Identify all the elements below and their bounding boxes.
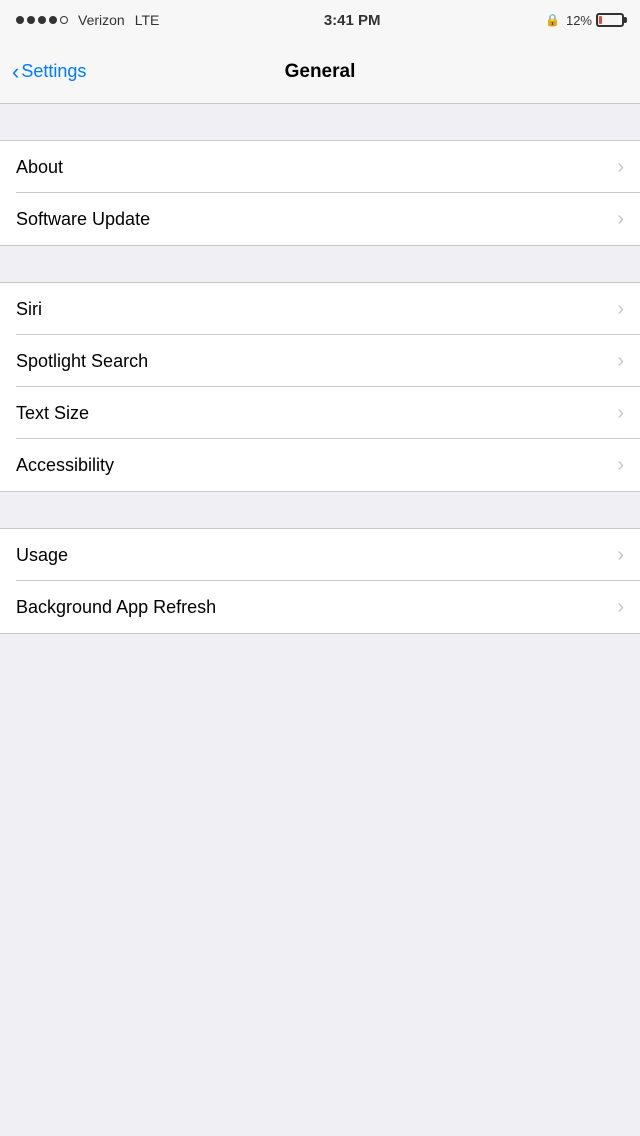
settings-item-usage[interactable]: Usage › <box>0 529 640 581</box>
status-bar-time: 3:41 PM <box>324 12 381 29</box>
status-bar-right: 🔒 12% <box>545 13 624 28</box>
nav-bar: ‹ Settings General <box>0 40 640 104</box>
about-chevron-icon: › <box>617 156 624 179</box>
signal-dot-1 <box>16 16 24 24</box>
page-title: General <box>285 61 356 83</box>
background-app-refresh-chevron-icon: › <box>617 596 624 619</box>
settings-item-about[interactable]: About › <box>0 141 640 193</box>
background-app-refresh-label: Background App Refresh <box>16 597 216 618</box>
back-chevron-icon: ‹ <box>12 61 19 83</box>
status-bar: Verizon LTE 3:41 PM 🔒 12% <box>0 0 640 40</box>
spotlight-search-chevron-icon: › <box>617 350 624 373</box>
siri-label: Siri <box>16 299 42 320</box>
signal-dot-5 <box>60 16 68 24</box>
signal-dot-3 <box>38 16 46 24</box>
battery-icon <box>596 13 624 27</box>
siri-chevron-icon: › <box>617 298 624 321</box>
settings-group-2: Siri › Spotlight Search › Text Size › Ac… <box>0 282 640 492</box>
settings-group-1: About › Software Update › <box>0 140 640 246</box>
section-gap-top <box>0 104 640 140</box>
network-type: LTE <box>135 12 160 28</box>
settings-item-spotlight-search[interactable]: Spotlight Search › <box>0 335 640 387</box>
signal-dot-4 <box>49 16 57 24</box>
battery-percent: 12% <box>566 13 592 28</box>
text-size-chevron-icon: › <box>617 402 624 425</box>
settings-item-text-size[interactable]: Text Size › <box>0 387 640 439</box>
spotlight-search-label: Spotlight Search <box>16 351 148 372</box>
usage-label: Usage <box>16 545 68 566</box>
status-bar-left: Verizon LTE <box>16 12 159 28</box>
software-update-chevron-icon: › <box>617 208 624 231</box>
accessibility-label: Accessibility <box>16 455 114 476</box>
about-label: About <box>16 157 63 178</box>
back-button[interactable]: ‹ Settings <box>12 61 86 83</box>
settings-item-software-update[interactable]: Software Update › <box>0 193 640 245</box>
settings-item-siri[interactable]: Siri › <box>0 283 640 335</box>
section-gap-2 <box>0 246 640 282</box>
back-button-label: Settings <box>21 61 86 82</box>
signal-dots <box>16 16 68 24</box>
signal-dot-2 <box>27 16 35 24</box>
section-gap-bottom <box>0 634 640 670</box>
section-gap-3 <box>0 492 640 528</box>
battery-fill <box>599 16 602 24</box>
lock-icon: 🔒 <box>545 13 560 27</box>
text-size-label: Text Size <box>16 403 89 424</box>
settings-group-3: Usage › Background App Refresh › <box>0 528 640 634</box>
settings-item-background-app-refresh[interactable]: Background App Refresh › <box>0 581 640 633</box>
software-update-label: Software Update <box>16 209 150 230</box>
battery-container: 12% <box>566 13 624 28</box>
usage-chevron-icon: › <box>617 544 624 567</box>
carrier-name: Verizon <box>78 12 125 28</box>
settings-item-accessibility[interactable]: Accessibility › <box>0 439 640 491</box>
accessibility-chevron-icon: › <box>617 454 624 477</box>
